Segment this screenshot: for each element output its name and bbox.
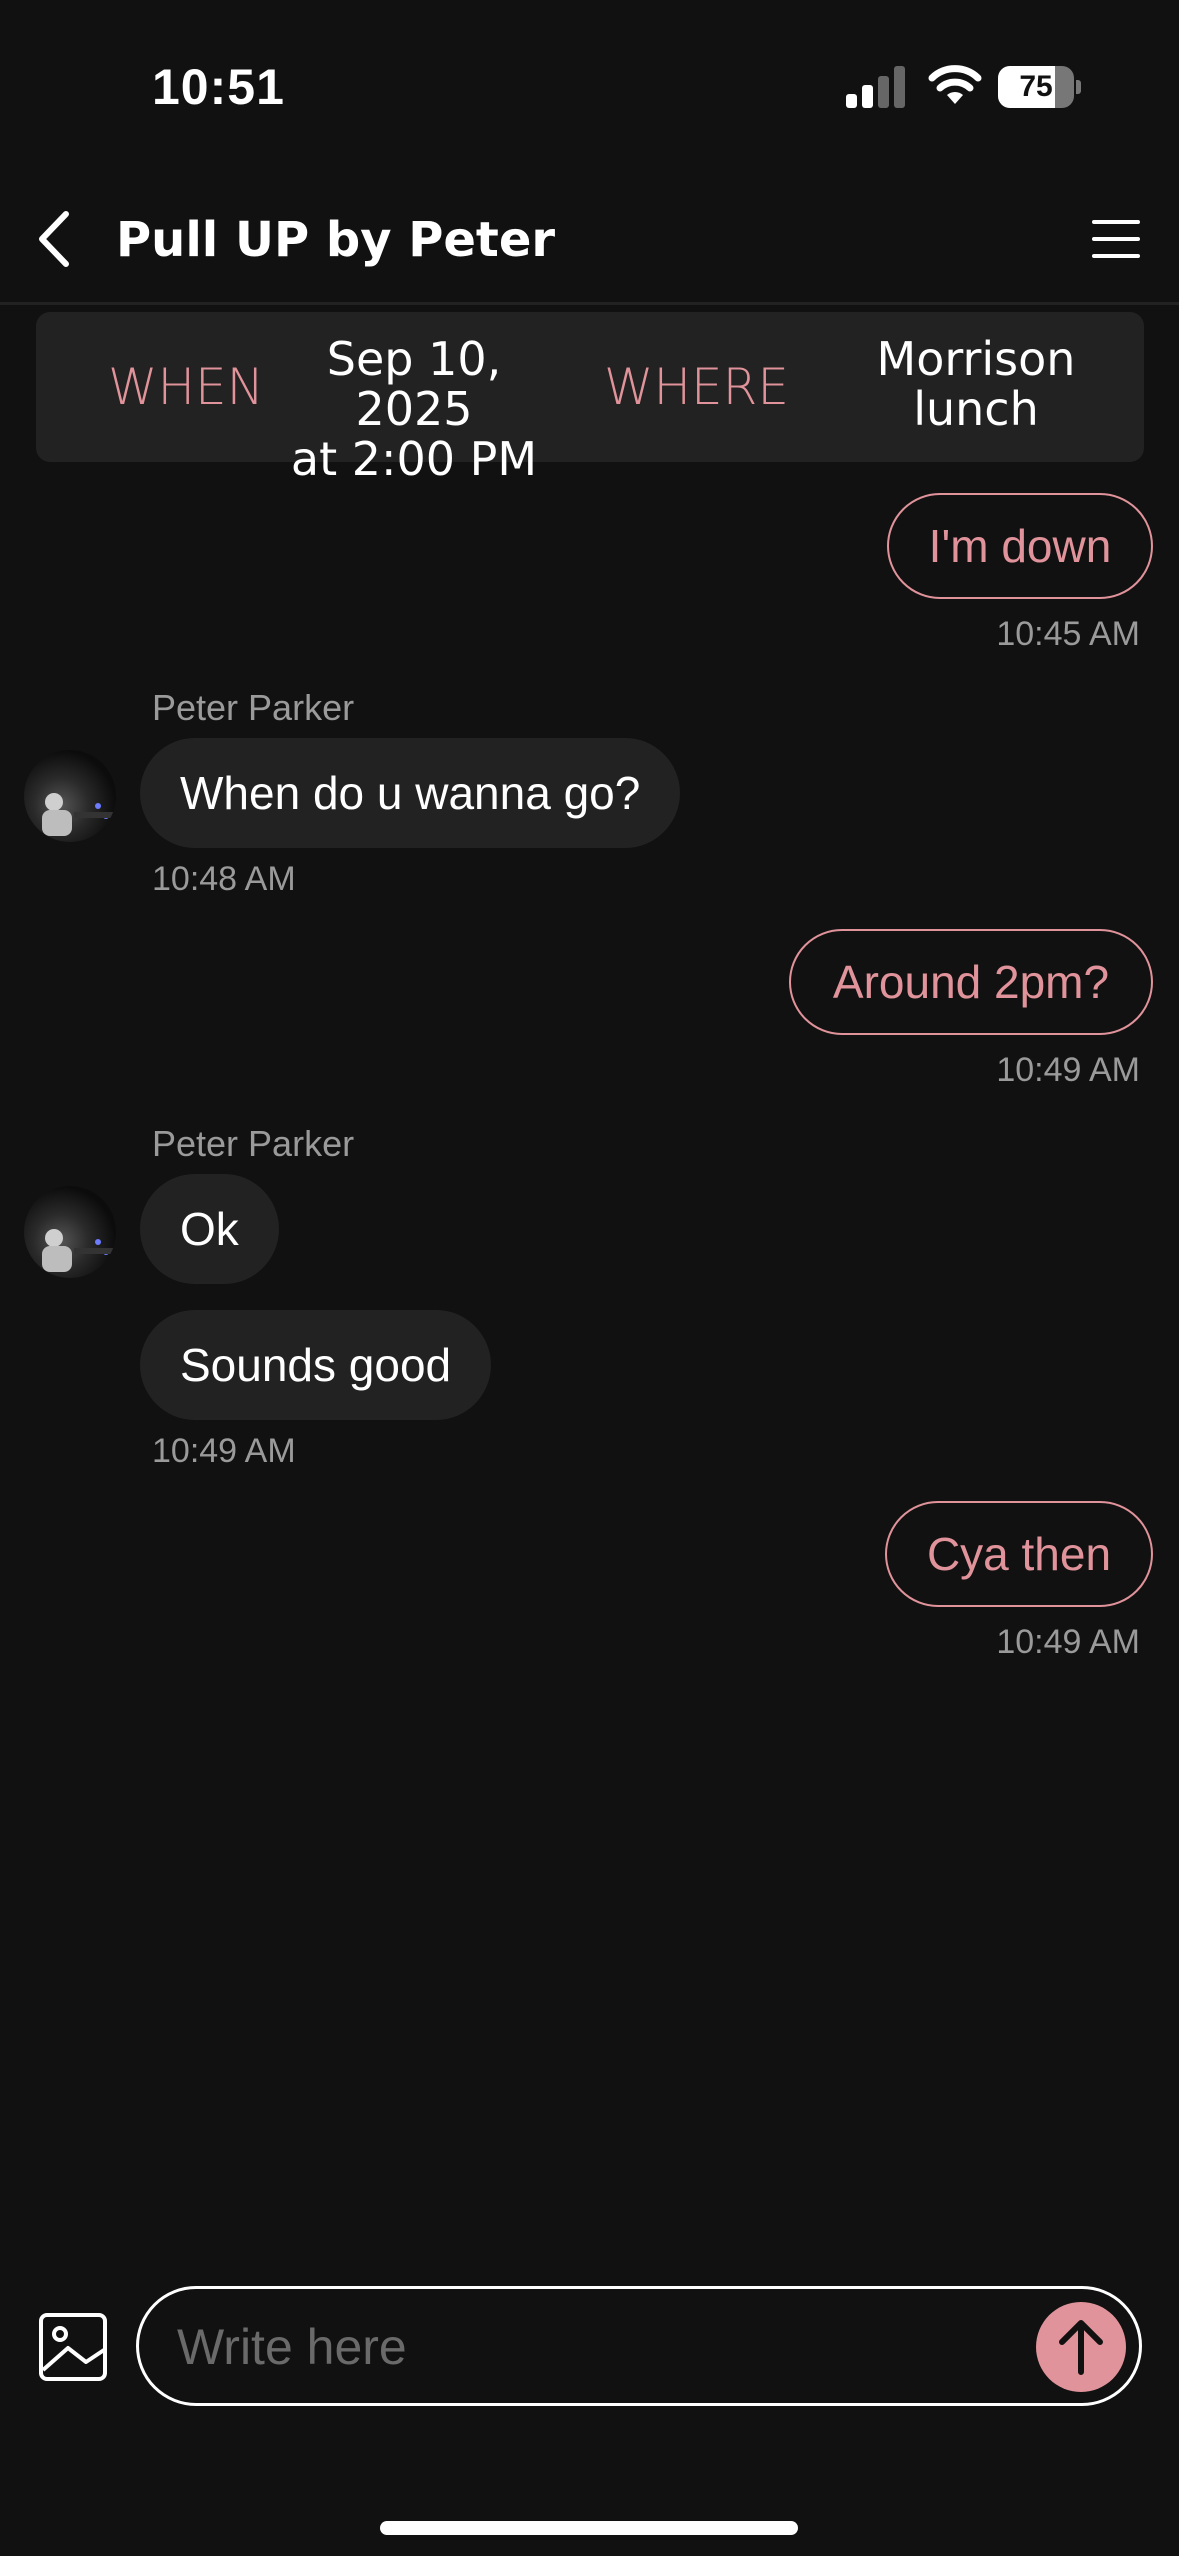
- when-date: Sep 10, 2025: [326, 332, 502, 436]
- battery-icon: 75: [998, 66, 1081, 108]
- message-timestamp: 10:45 AM: [996, 615, 1140, 653]
- where-line-2: lunch: [913, 382, 1039, 436]
- send-button[interactable]: [1036, 2302, 1126, 2392]
- when-value: Sep 10, 2025 at 2:00 PM: [264, 334, 564, 484]
- avatar-image: [42, 793, 114, 836]
- message-timestamp: 10:49 AM: [152, 1432, 296, 1470]
- avatar-image: [42, 1229, 114, 1272]
- avatar[interactable]: [24, 750, 116, 842]
- message-timestamp: 10:49 AM: [996, 1051, 1140, 1089]
- where-line-1: Morrison: [876, 332, 1076, 386]
- hamburger-menu-icon[interactable]: [1090, 216, 1142, 262]
- back-chevron-icon[interactable]: [30, 206, 86, 272]
- sender-name: Peter Parker: [152, 687, 355, 728]
- send-arrow-icon: [1059, 2320, 1103, 2375]
- event-info-card: WHEN Sep 10, 2025 at 2:00 PM WHERE Morri…: [36, 312, 1144, 484]
- image-icon[interactable]: [38, 2312, 108, 2382]
- sender-name: Peter Parker: [152, 1123, 355, 1164]
- message-timestamp: 10:49 AM: [996, 1623, 1140, 1661]
- outgoing-message[interactable]: I'm down: [887, 493, 1153, 599]
- status-time: 10:51: [152, 59, 285, 115]
- message-input[interactable]: [175, 2309, 979, 2385]
- message-timestamp: 10:48 AM: [152, 860, 296, 898]
- when-time: at 2:00 PM: [290, 432, 538, 486]
- signal-icon: [846, 66, 905, 108]
- page-title: Pull UP by Peter: [116, 212, 556, 268]
- outgoing-message[interactable]: Cya then: [885, 1501, 1153, 1607]
- where-value: Morrison lunch: [826, 334, 1126, 434]
- message-composer: [136, 2286, 1142, 2406]
- header-divider: [0, 302, 1179, 305]
- outgoing-message[interactable]: Around 2pm?: [789, 929, 1153, 1035]
- when-label: WHEN: [108, 358, 265, 416]
- incoming-message[interactable]: Ok: [140, 1174, 279, 1284]
- wifi-icon: [928, 65, 982, 104]
- incoming-message[interactable]: Sounds good: [140, 1310, 492, 1420]
- home-indicator: [380, 2521, 798, 2535]
- where-label: WHERE: [604, 358, 789, 416]
- avatar[interactable]: [24, 1186, 116, 1278]
- incoming-message[interactable]: When do u wanna go?: [140, 738, 681, 848]
- battery-percent: 75: [1019, 70, 1053, 103]
